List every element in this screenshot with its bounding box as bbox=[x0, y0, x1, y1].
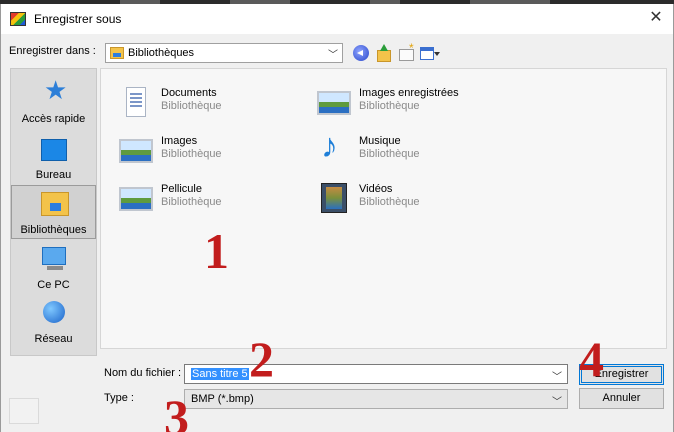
list-item[interactable]: Musique Bibliothèque bbox=[317, 127, 517, 173]
places-bar: Accès rapide Bureau Bibliothèques Ce PC … bbox=[10, 68, 97, 356]
up-folder-icon[interactable] bbox=[375, 44, 393, 62]
place-label: Bureau bbox=[35, 169, 72, 181]
item-type: Bibliothèque bbox=[359, 148, 420, 160]
item-type: Bibliothèque bbox=[161, 196, 222, 208]
back-icon[interactable] bbox=[353, 45, 369, 61]
place-label: Accès rapide bbox=[21, 113, 86, 125]
file-list[interactable]: Documents Bibliothèque Images enregistré… bbox=[100, 68, 667, 349]
annotation-3: 3 bbox=[164, 389, 189, 432]
chevron-down-icon: ﹀ bbox=[328, 50, 338, 61]
desktop-icon bbox=[41, 139, 67, 161]
place-quick-access[interactable]: Accès rapide bbox=[11, 75, 96, 129]
dialog-title: Enregistrer sous bbox=[34, 12, 122, 26]
item-type: Bibliothèque bbox=[359, 196, 420, 208]
annotation-4: 4 bbox=[579, 331, 604, 387]
list-item[interactable]: Images Bibliothèque bbox=[119, 133, 319, 173]
annotation-2: 2 bbox=[249, 331, 274, 387]
item-type: Bibliothèque bbox=[161, 100, 222, 112]
filename-value: Sans titre 5 bbox=[191, 368, 249, 380]
item-name: Vidéos bbox=[359, 183, 393, 195]
computer-icon bbox=[42, 247, 66, 270]
item-name: Pellicule bbox=[161, 183, 202, 195]
star-icon bbox=[44, 75, 67, 106]
libraries-folder-icon bbox=[110, 47, 124, 59]
type-label: Type : bbox=[104, 392, 134, 404]
filename-input[interactable]: Sans titre 5 ﹀ bbox=[184, 364, 568, 384]
type-dropdown[interactable]: BMP (*.bmp) ﹀ bbox=[184, 389, 568, 409]
list-item[interactable]: Documents Bibliothèque bbox=[119, 85, 319, 125]
place-desktop[interactable]: Bureau bbox=[11, 131, 96, 185]
libraries-icon bbox=[41, 192, 69, 216]
list-item[interactable]: Pellicule Bibliothèque bbox=[119, 181, 319, 221]
lookin-value: Bibliothèques bbox=[128, 47, 195, 59]
lookin-dropdown[interactable]: Bibliothèques ﹀ bbox=[105, 43, 343, 63]
videos-library-icon bbox=[321, 183, 347, 213]
new-folder-icon[interactable] bbox=[397, 41, 415, 62]
place-libraries[interactable]: Bibliothèques bbox=[11, 185, 96, 239]
annotation-1: 1 bbox=[204, 223, 229, 279]
item-name: Documents bbox=[161, 87, 217, 99]
close-icon[interactable]: ✕ bbox=[647, 9, 665, 27]
filename-label: Nom du fichier : bbox=[104, 367, 182, 379]
item-name: Musique bbox=[359, 135, 401, 147]
cancel-button[interactable]: Annuler bbox=[579, 388, 664, 409]
place-label: Ce PC bbox=[37, 279, 70, 291]
documents-library-icon bbox=[126, 87, 146, 117]
item-name: Images bbox=[161, 135, 198, 147]
place-network[interactable]: Réseau bbox=[11, 295, 96, 349]
saved-pictures-library-icon bbox=[317, 91, 351, 115]
place-label: Bibliothèques bbox=[20, 224, 87, 236]
list-item[interactable]: Vidéos Bibliothèque bbox=[317, 181, 517, 221]
place-this-pc[interactable]: Ce PC bbox=[11, 241, 96, 295]
views-menu-icon[interactable] bbox=[419, 44, 441, 62]
item-type: Bibliothèque bbox=[161, 148, 222, 160]
place-label: Réseau bbox=[34, 333, 73, 345]
paint-app-icon bbox=[10, 12, 26, 26]
list-item[interactable]: Images enregistrées Bibliothèque bbox=[317, 85, 517, 125]
network-icon bbox=[43, 301, 65, 323]
music-library-icon bbox=[317, 127, 351, 166]
type-value: BMP (*.bmp) bbox=[191, 393, 254, 405]
save-as-dialog: Enregistrer sous ✕ Enregistrer dans : Bi… bbox=[0, 4, 674, 432]
camera-roll-library-icon bbox=[119, 187, 153, 211]
chevron-down-icon[interactable]: ﹀ bbox=[552, 368, 562, 383]
chevron-down-icon: ﹀ bbox=[552, 397, 562, 408]
pictures-library-icon bbox=[119, 139, 153, 163]
item-type: Bibliothèque bbox=[359, 100, 420, 112]
lookin-label: Enregistrer dans : bbox=[9, 45, 96, 57]
item-name: Images enregistrées bbox=[359, 87, 459, 99]
title-bar: Enregistrer sous ✕ bbox=[1, 4, 673, 34]
blurred-thumbnail bbox=[9, 398, 39, 424]
